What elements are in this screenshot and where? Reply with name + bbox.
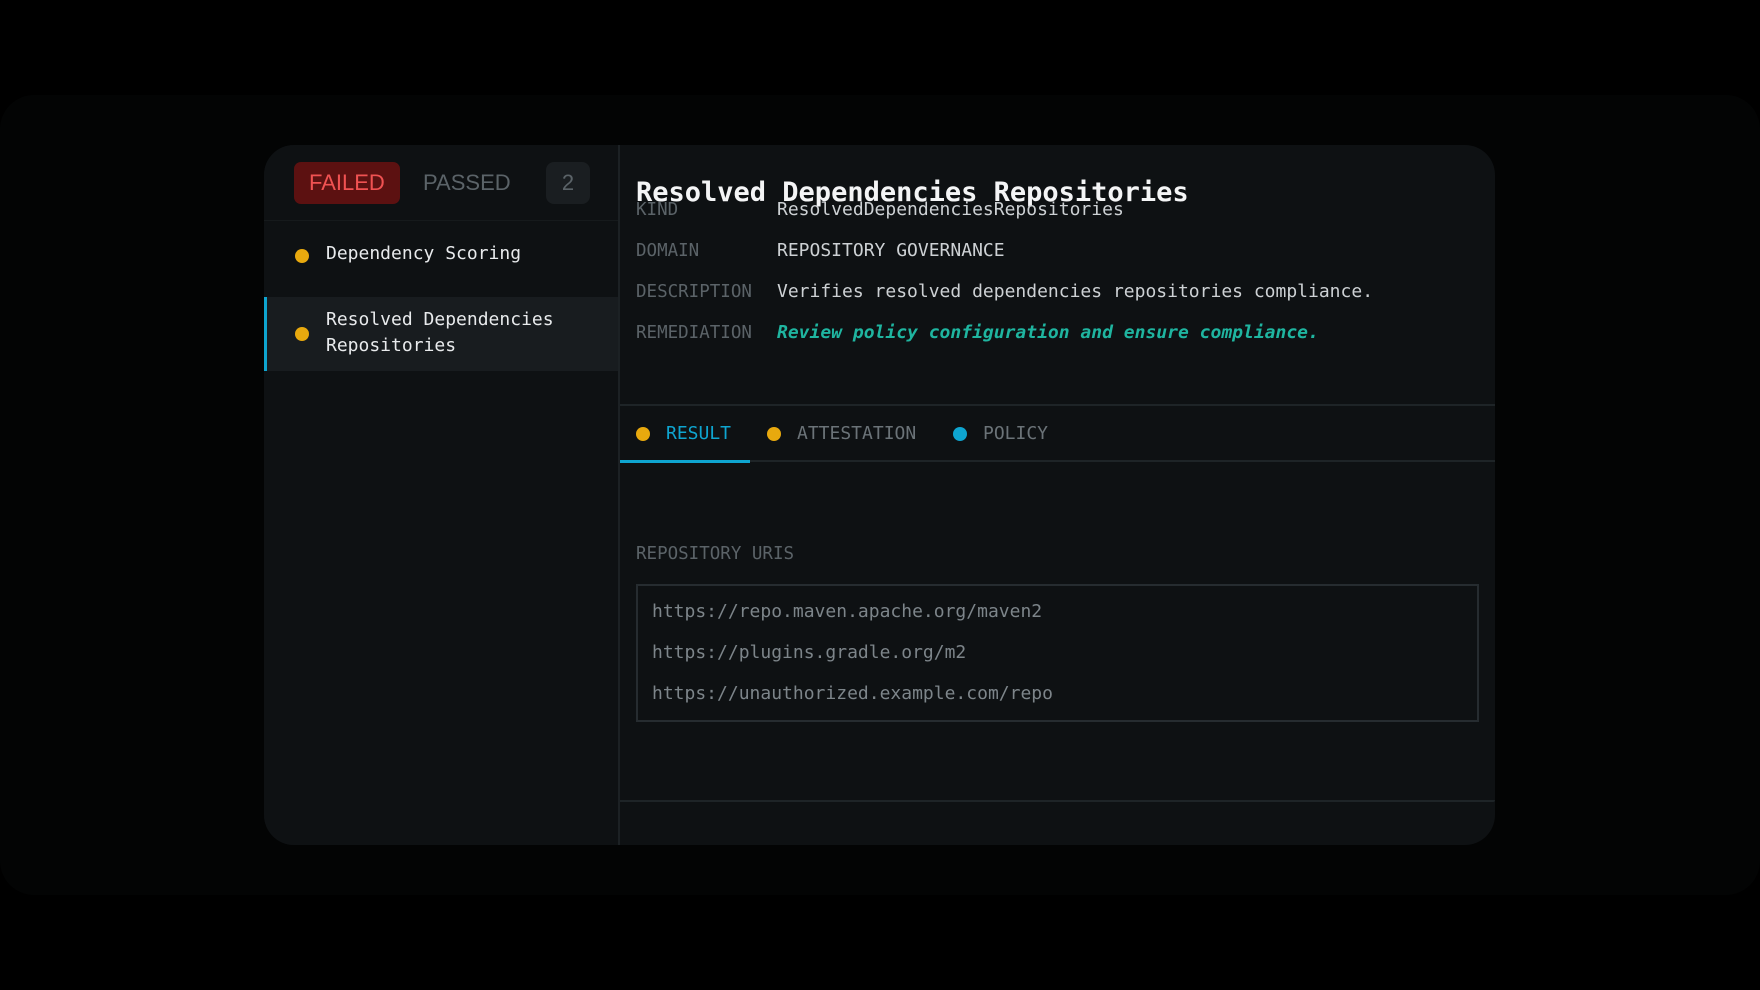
warning-status-dot-icon <box>767 427 781 441</box>
warning-status-dot-icon <box>295 327 309 341</box>
meta-description-value: Verifies resolved dependencies repositor… <box>777 281 1374 302</box>
check-results-panel: FAILED PASSED 2 Dependency Scoring Resol… <box>264 145 1495 845</box>
sidebar-item-resolved-dependencies-repositories[interactable]: Resolved Dependencies Repositories <box>264 297 618 371</box>
meta-description-row: DESCRIPTION Verifies resolved dependencie… <box>636 278 1373 306</box>
meta-remediation-row: REMEDIATION Review policy configuration a… <box>636 319 1319 347</box>
tab-result[interactable]: RESULT <box>620 406 750 463</box>
meta-domain-row: DOMAIN REPOSITORY GOVERNANCE <box>636 237 1005 265</box>
filter-passed-tab[interactable]: PASSED <box>408 162 526 204</box>
meta-description-key: DESCRIPTION <box>636 282 752 302</box>
meta-remediation-value: Review policy configuration and ensure c… <box>777 322 1319 343</box>
tab-policy[interactable]: POLICY <box>937 406 1057 462</box>
tab-attestation[interactable]: ATTESTATION <box>751 406 921 462</box>
filter-failed-tab[interactable]: FAILED <box>294 162 400 204</box>
meta-domain-value: REPOSITORY GOVERNANCE <box>777 240 1005 261</box>
meta-kind-value: ResolvedDependenciesRepositories <box>777 199 1124 220</box>
meta-kind-row: KIND ResolvedDependenciesRepositories <box>636 196 1124 224</box>
warning-status-dot-icon <box>636 427 650 441</box>
info-status-dot-icon <box>953 427 967 441</box>
status-filter-bar: FAILED PASSED 2 <box>264 145 618 221</box>
sidebar-item-label: Dependency Scoring <box>326 243 522 264</box>
tab-label: POLICY <box>983 423 1049 444</box>
count-badge: 2 <box>546 162 590 204</box>
meta-kind-key: KIND <box>636 200 679 220</box>
sidebar-item-dependency-scoring[interactable]: Dependency Scoring <box>264 225 618 285</box>
tab-label: RESULT <box>666 423 732 444</box>
meta-remediation-key: REMEDIATION <box>636 323 752 343</box>
tab-label: ATTESTATION <box>797 423 917 444</box>
warning-status-dot-icon <box>295 249 309 263</box>
meta-domain-key: DOMAIN <box>636 241 700 261</box>
sidebar-item-label: Resolved Dependencies Repositories <box>326 309 554 356</box>
checks-sidebar: FAILED PASSED 2 Dependency Scoring Resol… <box>264 145 620 845</box>
detail-tabs: RESULT ATTESTATION POLICY <box>620 406 1495 463</box>
